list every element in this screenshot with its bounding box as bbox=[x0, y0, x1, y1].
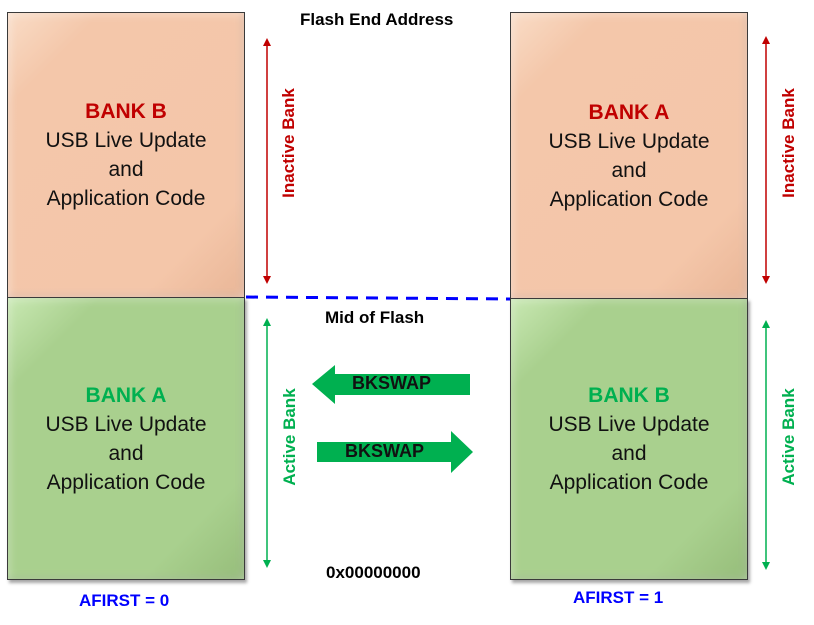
left-inactive-bank-label: Inactive Bank bbox=[279, 88, 298, 198]
bank-desc-line1: USB Live Update bbox=[548, 413, 710, 436]
bank-desc-line3: Application Code bbox=[46, 187, 206, 210]
bank-desc-line3: Application Code bbox=[46, 470, 206, 494]
mid-flash-boundary-line bbox=[245, 295, 513, 301]
right-active-bank-label: Active Bank bbox=[779, 388, 798, 486]
left-upper-bank-block: BANK B USB Live Update and Application C… bbox=[7, 12, 245, 298]
left-afirst-label: AFIRST = 0 bbox=[79, 591, 170, 610]
bank-desc-line2: and bbox=[611, 442, 647, 465]
bank-title: BANK B bbox=[588, 384, 670, 407]
right-lower-bank-block: BANK B USB Live Update and Application C… bbox=[510, 298, 748, 580]
bkswap-left-arrow-label: BKSWAP bbox=[352, 373, 432, 393]
bank-title: BANK B bbox=[85, 100, 167, 123]
right-afirst-label: AFIRST = 1 bbox=[573, 588, 664, 607]
left-active-bank-label: Active Bank bbox=[280, 388, 299, 486]
bank-desc-line1: USB Live Update bbox=[45, 129, 207, 152]
bank-desc-line2: and bbox=[108, 441, 144, 465]
flash-start-address-label: 0x00000000 bbox=[326, 563, 421, 582]
mid-of-flash-label: Mid of Flash bbox=[325, 308, 425, 327]
bkswap-right-arrow-label: BKSWAP bbox=[345, 441, 425, 461]
bank-desc-line1: USB Live Update bbox=[45, 412, 207, 436]
flash-end-address-label: Flash End Address bbox=[300, 10, 454, 29]
bank-desc-line1: USB Live Update bbox=[548, 129, 710, 153]
right-upper-bank-block: BANK A USB Live Update and Application C… bbox=[510, 12, 748, 299]
right-inactive-bank-label: Inactive Bank bbox=[779, 88, 798, 198]
bank-desc-line2: and bbox=[108, 158, 144, 181]
bank-desc-line3: Application Code bbox=[549, 187, 709, 211]
bank-desc-line2: and bbox=[611, 158, 647, 182]
bank-title: BANK A bbox=[588, 100, 670, 124]
bank-desc-line3: Application Code bbox=[549, 471, 709, 494]
left-lower-bank-block: BANK A USB Live Update and Application C… bbox=[7, 297, 245, 580]
bank-title: BANK A bbox=[85, 383, 167, 407]
